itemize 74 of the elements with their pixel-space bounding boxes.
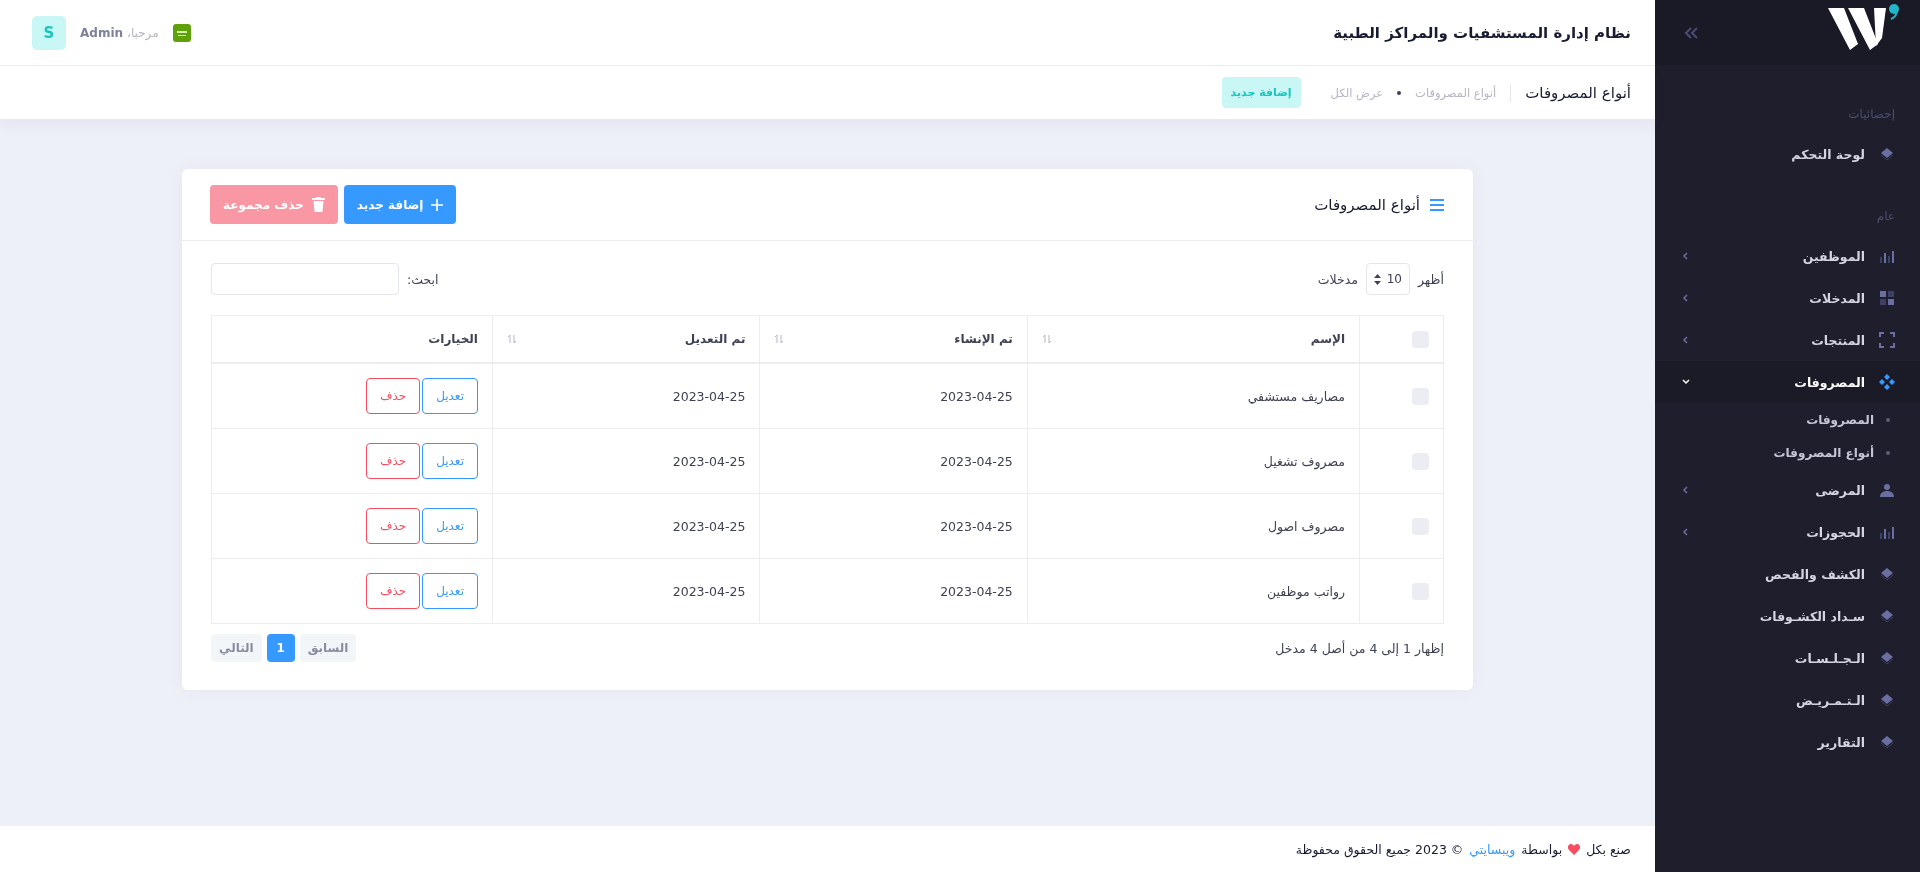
sidebar-item[interactable]: المرضى xyxy=(1655,469,1920,511)
chevron-icon xyxy=(1681,377,1691,387)
chevron-icon xyxy=(1681,335,1691,345)
sort-icon[interactable] xyxy=(1041,334,1052,344)
page-title: أنواع المصروفات xyxy=(1510,83,1631,102)
table-cell: 2023-04-25 xyxy=(759,493,1028,559)
layers-icon xyxy=(1879,608,1895,624)
plus-icon xyxy=(431,198,444,211)
table-info: إظهار 1 إلى 4 من أصل 4 مدخل xyxy=(1275,640,1444,656)
table-cell: رواتب موظفين xyxy=(1027,558,1360,624)
table-cell: 2023-04-25 xyxy=(492,558,760,624)
search-label: ابحث: xyxy=(407,271,439,287)
layers-icon xyxy=(1879,734,1895,750)
table-cell: 2023-04-25 xyxy=(759,363,1028,429)
sidebar-item[interactable]: الـتـمـريـض xyxy=(1655,679,1920,721)
chevron-icon xyxy=(1681,485,1691,495)
sort-icon[interactable] xyxy=(774,334,785,344)
table-cell: 2023-04-25 xyxy=(759,558,1028,624)
sidebar-item[interactable]: الحجوزات xyxy=(1655,511,1920,553)
diamonds-icon xyxy=(1879,374,1895,390)
heart-icon xyxy=(1568,843,1581,855)
column-header[interactable]: تم التعديل xyxy=(492,315,760,363)
show-label: أظهر xyxy=(1417,271,1444,287)
bar-chart-icon xyxy=(1879,524,1895,540)
footer-text: بواسطة xyxy=(1521,841,1563,857)
footer-text: صنع بكل xyxy=(1586,841,1631,857)
chevron-icon xyxy=(1681,251,1691,261)
sidebar-section-label: عام xyxy=(1875,208,1896,225)
entries-label: مدخلات xyxy=(1317,271,1358,287)
layers-icon xyxy=(1879,566,1895,582)
grid-icon xyxy=(1879,290,1895,306)
column-header[interactable]: تم الإنشاء xyxy=(759,315,1028,363)
sidebar-section-label: إحصائيات xyxy=(1847,106,1896,123)
trash-icon xyxy=(311,197,325,212)
flag-icon[interactable] xyxy=(172,23,191,42)
table-cell: مصاريف مستشفي xyxy=(1027,363,1360,429)
chevron-icon xyxy=(1681,527,1691,537)
greeting: مرحبا، xyxy=(127,25,159,40)
column-header: الخيارات xyxy=(211,315,493,363)
user-icon xyxy=(1879,482,1895,498)
column-header[interactable]: الإسم xyxy=(1027,315,1360,363)
search-field[interactable] xyxy=(211,263,399,295)
page-size-select[interactable]: 10 xyxy=(1365,263,1410,295)
menu-icon xyxy=(1430,198,1444,211)
sidebar-item[interactable]: التقارير xyxy=(1655,721,1920,763)
sidebar-item[interactable]: الـجـلـسـات xyxy=(1655,637,1920,679)
layers-icon xyxy=(1879,650,1895,666)
bar-chart-icon xyxy=(1879,248,1895,264)
sort-arrows-icon xyxy=(1373,273,1381,285)
sidebar-item[interactable]: سـداد الكشـوفات xyxy=(1655,595,1920,637)
sidebar-subitem[interactable]: أنواع المصروفات xyxy=(1655,436,1920,469)
footer-text: © 2023 جميع الحقوق محفوظة xyxy=(1295,841,1464,857)
table-cell: مصروف تشغيل xyxy=(1027,428,1360,494)
table-cell: مصروف اصول xyxy=(1027,493,1360,559)
sidebar-item[interactable]: المدخلات xyxy=(1655,277,1920,319)
layers-icon xyxy=(1879,692,1895,708)
card-title: أنواع المصروفات xyxy=(1314,195,1420,214)
sidebar-item[interactable]: لوحة التحكم xyxy=(1655,133,1920,175)
user-name: Admin xyxy=(80,25,124,40)
frame-icon xyxy=(1879,332,1895,348)
layers-icon xyxy=(1879,146,1895,162)
sidebar-item[interactable]: الموظفين xyxy=(1655,235,1920,277)
sort-icon[interactable] xyxy=(507,334,517,344)
table-cell: 2023-04-25 xyxy=(492,493,760,559)
collapse-icon[interactable] xyxy=(1683,26,1699,40)
chevron-icon xyxy=(1681,293,1691,303)
table-cell: 2023-04-25 xyxy=(759,428,1028,494)
sidebar-item[interactable]: المصروفات xyxy=(1655,361,1920,403)
sidebar-item[interactable]: الكشف والفحص xyxy=(1655,553,1920,595)
sidebar-item[interactable]: المنتجات xyxy=(1655,319,1920,361)
app-title: نظام إدارة المستشفيات والمراكز الطبية xyxy=(1333,23,1631,42)
sidebar-subitem[interactable]: المصروفات xyxy=(1655,403,1920,436)
table-cell: 2023-04-25 xyxy=(492,428,760,494)
table-cell: 2023-04-25 xyxy=(492,363,760,429)
